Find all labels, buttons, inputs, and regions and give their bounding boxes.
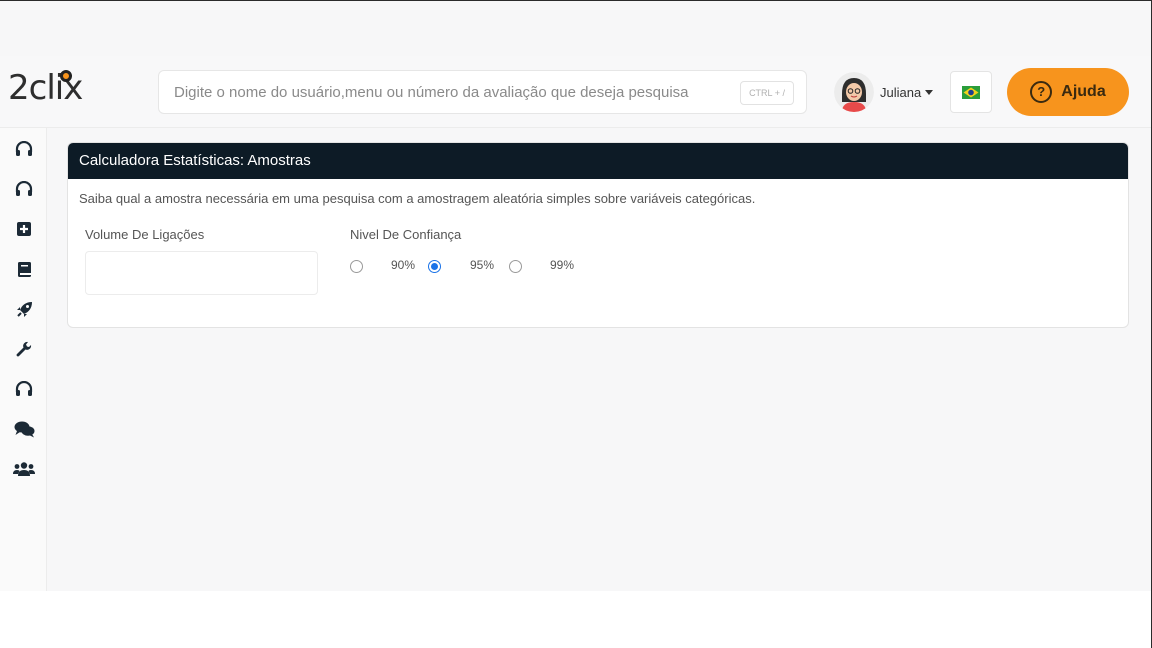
wrench-icon[interactable] xyxy=(12,337,36,361)
user-menu[interactable]: Juliana xyxy=(834,72,934,112)
logo[interactable]: 2clix xyxy=(8,68,98,108)
chat-bubbles-icon[interactable] xyxy=(12,417,36,441)
search-input[interactable]: Digite o nome do usuário,menu ou número … xyxy=(158,70,807,114)
confidence-radio-95[interactable] xyxy=(428,260,441,273)
confidence-radio-99[interactable] xyxy=(509,260,522,273)
brazil-flag-icon xyxy=(962,85,980,99)
confidence-option-99-label: 99% xyxy=(550,258,575,272)
window-top-border xyxy=(0,0,1152,1)
rocket-icon[interactable] xyxy=(12,297,36,321)
caret-down-icon xyxy=(925,89,934,95)
help-button-label: Ajuda xyxy=(1061,83,1106,100)
top-header: 2clix Digite o nome do usuário,menu ou n… xyxy=(0,56,1151,128)
page-bottom-area xyxy=(0,591,1151,648)
sidebar xyxy=(0,128,47,591)
avatar xyxy=(834,72,874,112)
search-placeholder: Digite o nome do usuário,menu ou número … xyxy=(174,84,689,101)
users-icon[interactable] xyxy=(12,457,36,481)
sample-calculator-card: Calculadora Estatísticas: Amostras Saiba… xyxy=(67,142,1129,328)
language-selector[interactable] xyxy=(950,71,992,113)
headset-icon[interactable] xyxy=(12,137,36,161)
confidence-label: Nivel De Confiança xyxy=(350,227,462,242)
book-icon[interactable] xyxy=(12,257,36,281)
plus-square-icon[interactable] xyxy=(12,217,36,241)
headset-icon[interactable] xyxy=(12,377,36,401)
volume-label: Volume De Ligações xyxy=(85,227,205,242)
headset-icon[interactable] xyxy=(12,177,36,201)
user-name: Juliana xyxy=(880,84,922,100)
card-description: Saiba qual a amostra necessária em uma p… xyxy=(79,191,756,206)
search-shortcut-badge: CTRL + / xyxy=(740,81,794,105)
card-title: Calculadora Estatísticas: Amostras xyxy=(68,143,1128,179)
confidence-option-95-label: 95% xyxy=(470,258,495,272)
confidence-radio-90[interactable] xyxy=(350,260,363,273)
logo-dot-icon xyxy=(60,70,72,82)
question-circle-icon: ? xyxy=(1030,81,1053,103)
confidence-option-90-label: 90% xyxy=(391,258,416,272)
help-button[interactable]: ? Ajuda xyxy=(1007,68,1129,116)
volume-input[interactable] xyxy=(85,251,318,295)
